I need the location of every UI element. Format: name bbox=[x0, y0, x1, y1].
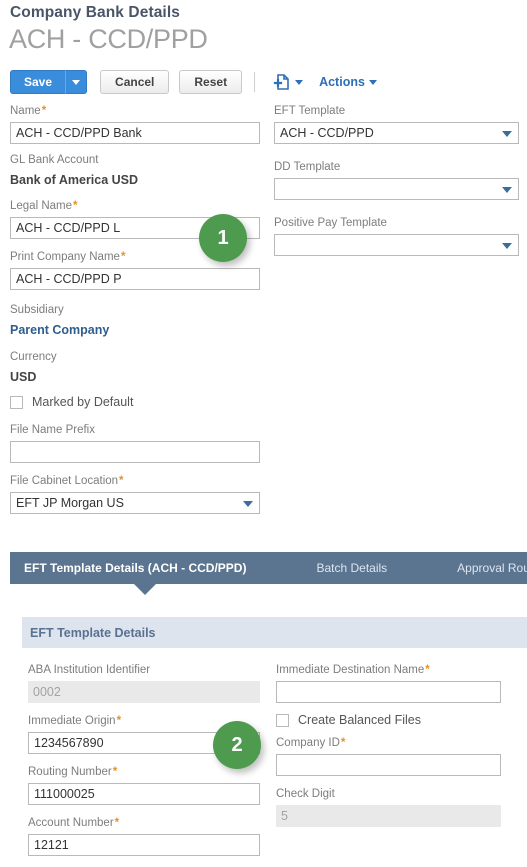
required-indicator: * bbox=[119, 475, 124, 487]
actions-menu-button[interactable]: Actions bbox=[319, 75, 377, 89]
field-gl-bank-account: GL Bank Account Bank of America USD bbox=[10, 153, 260, 188]
chevron-down-icon bbox=[72, 79, 81, 85]
field-eft-template: EFT Template ACH - CCD/PPD bbox=[274, 104, 519, 144]
chevron-down-icon bbox=[502, 131, 512, 137]
check-digit-label: Check Digit bbox=[276, 788, 335, 800]
field-dd-template: DD Template bbox=[274, 160, 519, 200]
chevron-down-icon bbox=[502, 243, 512, 249]
active-tab-indicator bbox=[134, 584, 156, 595]
account-number-label: Account Number* bbox=[28, 817, 120, 829]
positive-pay-template-label: Positive Pay Template bbox=[274, 217, 387, 229]
field-routing-number: Routing Number* 111000025 bbox=[28, 765, 260, 805]
eft-template-select[interactable]: ACH - CCD/PPD bbox=[274, 122, 519, 144]
save-button-group[interactable]: Save bbox=[10, 70, 88, 94]
create-balanced-files-row[interactable]: Create Balanced Files bbox=[276, 713, 501, 727]
aba-institution-identifier-input: 0002 bbox=[28, 681, 260, 703]
file-cabinet-location-select[interactable]: EFT JP Morgan US bbox=[10, 492, 260, 514]
create-balanced-files-checkbox[interactable] bbox=[276, 713, 289, 727]
file-cabinet-location-value: EFT JP Morgan US bbox=[10, 492, 260, 514]
company-bank-details-page: Company Bank Details ACH - CCD/PPD Save … bbox=[0, 0, 527, 867]
field-currency: Currency USD bbox=[10, 350, 260, 385]
check-digit-input: 5 bbox=[276, 805, 501, 827]
save-dropdown-button[interactable] bbox=[65, 70, 88, 94]
name-input[interactable]: ACH - CCD/PPD Bank bbox=[10, 122, 260, 144]
cancel-button[interactable]: Cancel bbox=[100, 70, 170, 94]
field-positive-pay-template: Positive Pay Template bbox=[274, 216, 519, 256]
chevron-down-icon bbox=[295, 79, 304, 85]
page-title: Company Bank Details bbox=[10, 4, 180, 21]
section-header-eft-template-details: EFT Template Details bbox=[22, 617, 527, 648]
required-indicator: * bbox=[116, 715, 122, 727]
legal-name-label: Legal Name* bbox=[10, 200, 78, 212]
field-subsidiary: Subsidiary Parent Company bbox=[10, 303, 260, 338]
file-name-prefix-input[interactable] bbox=[10, 441, 260, 463]
chevron-down-icon bbox=[368, 79, 377, 85]
tab-approval-routing[interactable]: Approval Routing bbox=[443, 552, 527, 584]
positive-pay-template-value bbox=[274, 234, 519, 256]
dd-template-select[interactable] bbox=[274, 178, 519, 200]
create-balanced-files-label: Create Balanced Files bbox=[298, 713, 421, 727]
field-aba-institution-identifier: ABA Institution Identifier 0002 bbox=[28, 663, 260, 703]
field-check-digit: Check Digit 5 bbox=[276, 787, 501, 827]
chevron-down-icon bbox=[502, 187, 512, 193]
company-id-label: Company ID* bbox=[276, 737, 346, 749]
actions-label: Actions bbox=[319, 75, 365, 89]
tab-bar: EFT Template Details (ACH - CCD/PPD) Bat… bbox=[10, 552, 527, 584]
immediate-destination-name-label: Immediate Destination Name* bbox=[276, 664, 430, 676]
required-indicator: * bbox=[41, 105, 47, 117]
currency-value: USD bbox=[10, 370, 37, 384]
dd-template-label: DD Template bbox=[274, 161, 341, 173]
annotation-marker-1: 1 bbox=[199, 214, 247, 262]
field-file-name-prefix: File Name Prefix bbox=[10, 423, 260, 463]
aba-institution-identifier-label: ABA Institution Identifier bbox=[28, 664, 151, 676]
company-id-input[interactable] bbox=[276, 754, 501, 776]
required-indicator: * bbox=[73, 200, 78, 212]
upper-form-left-column: Name* ACH - CCD/PPD Bank GL Bank Account… bbox=[10, 104, 260, 523]
new-document-icon bbox=[273, 74, 289, 90]
annotation-marker-2: 2 bbox=[213, 721, 261, 769]
reset-button[interactable]: Reset bbox=[179, 70, 243, 94]
field-immediate-destination-name: Immediate Destination Name* bbox=[276, 663, 501, 703]
save-button[interactable]: Save bbox=[10, 70, 66, 94]
field-account-number: Account Number* 12121 bbox=[28, 816, 260, 856]
gl-bank-account-value: Bank of America USD bbox=[10, 173, 139, 187]
tab-batch-details[interactable]: Batch Details bbox=[302, 552, 401, 584]
subsidiary-label: Subsidiary bbox=[10, 304, 64, 316]
file-cabinet-location-label: File Cabinet Location* bbox=[10, 475, 124, 487]
required-indicator: * bbox=[114, 817, 120, 829]
new-document-button[interactable] bbox=[271, 72, 304, 92]
required-indicator: * bbox=[425, 664, 430, 676]
upper-form-right-column: EFT Template ACH - CCD/PPD DD Template P… bbox=[274, 104, 519, 265]
dd-template-value bbox=[274, 178, 519, 200]
gl-bank-account-label: GL Bank Account bbox=[10, 154, 99, 166]
tab-eft-template-details[interactable]: EFT Template Details (ACH - CCD/PPD) bbox=[10, 552, 260, 584]
required-indicator: * bbox=[112, 766, 118, 778]
marked-by-default-checkbox[interactable] bbox=[10, 395, 23, 409]
toolbar-divider bbox=[254, 72, 256, 92]
print-company-name-input[interactable]: ACH - CCD/PPD P bbox=[10, 268, 260, 290]
required-indicator: * bbox=[120, 251, 126, 263]
routing-number-input[interactable]: 111000025 bbox=[28, 783, 260, 805]
routing-number-label: Routing Number* bbox=[28, 766, 118, 778]
section-title: EFT Template Details bbox=[30, 625, 156, 640]
chevron-down-icon bbox=[243, 501, 253, 507]
required-indicator: * bbox=[340, 737, 346, 749]
toolbar: Save Cancel Reset Actions bbox=[10, 70, 377, 94]
positive-pay-template-select[interactable] bbox=[274, 234, 519, 256]
eft-template-value: ACH - CCD/PPD bbox=[274, 122, 519, 144]
field-company-id: Company ID* bbox=[276, 736, 501, 776]
marked-by-default-label: Marked by Default bbox=[32, 395, 134, 409]
file-name-prefix-label: File Name Prefix bbox=[10, 424, 95, 436]
field-name: Name* ACH - CCD/PPD Bank bbox=[10, 104, 260, 144]
currency-label: Currency bbox=[10, 351, 57, 363]
subsidiary-value[interactable]: Parent Company bbox=[10, 321, 260, 338]
name-label: Name* bbox=[10, 105, 47, 117]
immediate-destination-name-input[interactable] bbox=[276, 681, 501, 703]
page-subtitle: ACH - CCD/PPD bbox=[9, 24, 208, 54]
account-number-input[interactable]: 12121 bbox=[28, 834, 260, 856]
field-file-cabinet-location: File Cabinet Location* EFT JP Morgan US bbox=[10, 474, 260, 514]
lower-form-right-column: Immediate Destination Name* Create Balan… bbox=[276, 663, 501, 836]
eft-template-label: EFT Template bbox=[274, 105, 346, 117]
marked-by-default-row[interactable]: Marked by Default bbox=[10, 395, 260, 409]
